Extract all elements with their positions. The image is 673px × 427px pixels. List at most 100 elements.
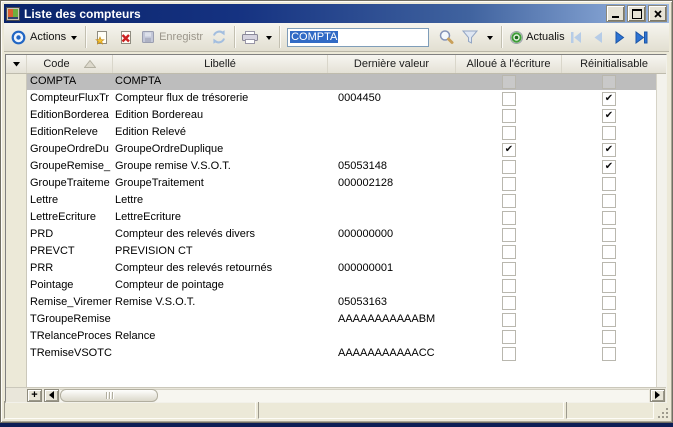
nav-first-button[interactable] <box>565 26 587 48</box>
status-bar <box>4 401 669 419</box>
column-header-alloue-ecriture-label: Alloué à l'écriture <box>466 58 551 70</box>
search-input[interactable]: COMPTA <box>287 27 430 47</box>
checkbox-reinitialisable[interactable] <box>602 176 616 191</box>
checkbox-reinitialisable[interactable] <box>602 329 616 344</box>
maximize-button[interactable] <box>627 5 646 22</box>
checkbox-alloue-ecriture[interactable] <box>502 261 516 276</box>
cell-reinitialisable <box>562 175 656 192</box>
checkbox-alloue-ecriture[interactable] <box>502 312 516 327</box>
table-row[interactable]: CompteurFluxTr Compteur flux de trésoreri… <box>27 90 656 107</box>
checkbox-reinitialisable[interactable]: ✔ <box>602 142 616 157</box>
checkbox-reinitialisable[interactable]: ✔ <box>602 108 616 123</box>
checkbox-alloue-ecriture[interactable] <box>502 125 516 140</box>
header-gutter-cell[interactable] <box>6 55 27 73</box>
checkbox-alloue-ecriture[interactable] <box>502 193 516 208</box>
column-header-reinitialisable[interactable]: Réinitialisable <box>562 55 666 73</box>
cell-reinitialisable <box>562 311 656 328</box>
table-row[interactable]: COMPTA COMPTA <box>27 73 656 90</box>
checkbox-alloue-ecriture[interactable] <box>502 74 516 89</box>
checkbox-reinitialisable[interactable]: ✔ <box>602 91 616 106</box>
checkbox-reinitialisable[interactable] <box>602 227 616 242</box>
table-row[interactable]: EditionBorderea Edition Bordereau ✔ <box>27 107 656 124</box>
table-row[interactable]: PRD Compteur des relevés divers 000000000 <box>27 226 656 243</box>
checkbox-reinitialisable[interactable]: ✔ <box>602 159 616 174</box>
horizontal-scrollbar-track[interactable] <box>60 388 649 402</box>
close-button[interactable] <box>648 5 667 22</box>
table-row[interactable]: TGroupeRemise AAAAAAAAAAABM <box>27 311 656 328</box>
checkbox-alloue-ecriture[interactable] <box>502 108 516 123</box>
column-header-libelle[interactable]: Libellé <box>113 55 328 73</box>
table-row[interactable]: TRelanceProces Relance <box>27 328 656 345</box>
checkbox-reinitialisable[interactable] <box>602 278 616 293</box>
table-row[interactable]: EditionReleve Edition Relevé <box>27 124 656 141</box>
checkbox-reinitialisable[interactable] <box>602 74 616 89</box>
column-header-alloue-ecriture[interactable]: Alloué à l'écriture <box>456 55 562 73</box>
table-row[interactable]: Lettre Lettre <box>27 192 656 209</box>
cell-libelle: LettreEcriture <box>115 211 182 223</box>
checkbox-reinitialisable[interactable] <box>602 295 616 310</box>
checkbox-reinitialisable[interactable] <box>602 346 616 361</box>
delete-button[interactable] <box>113 25 137 49</box>
checkbox-reinitialisable[interactable] <box>602 125 616 140</box>
refresh-list-button[interactable]: Actualis <box>505 25 565 49</box>
column-header-derniere-valeur[interactable]: Dernière valeur <box>328 55 456 73</box>
new-button[interactable] <box>89 25 113 49</box>
table-row[interactable]: LettreEcriture LettreEcriture <box>27 209 656 226</box>
checkbox-alloue-ecriture[interactable] <box>502 91 516 106</box>
table-row[interactable]: Remise_Viremer Remise V.S.O.T. 05053163 <box>27 294 656 311</box>
table-row[interactable]: GroupeOrdreDu GroupeOrdreDuplique ✔ ✔ <box>27 141 656 158</box>
checkbox-alloue-ecriture[interactable]: ✔ <box>502 142 516 157</box>
table-row[interactable]: PRR Compteur des relevés retournés 0000000… <box>27 260 656 277</box>
cell-derniere-valeur <box>328 328 456 345</box>
minimize-button[interactable] <box>606 5 625 22</box>
resize-grip[interactable] <box>656 401 669 419</box>
column-header-code[interactable]: Code <box>27 55 113 73</box>
nav-previous-button[interactable] <box>587 26 609 48</box>
checkbox-alloue-ecriture[interactable] <box>502 176 516 191</box>
filter-button[interactable] <box>458 25 482 49</box>
printer-icon <box>242 30 259 44</box>
checkbox-alloue-ecriture[interactable] <box>502 346 516 361</box>
scroll-left-button[interactable] <box>44 388 59 402</box>
checkbox-alloue-ecriture[interactable] <box>502 244 516 259</box>
checkbox-reinitialisable[interactable] <box>602 193 616 208</box>
checkbox-reinitialisable[interactable] <box>602 244 616 259</box>
checkbox-reinitialisable[interactable] <box>602 312 616 327</box>
table-row[interactable]: GroupeRemise_ Groupe remise V.S.O.T. 05053… <box>27 158 656 175</box>
horizontal-scrollbar-thumb[interactable] <box>60 388 158 402</box>
cell-alloue-ecriture <box>456 260 562 277</box>
column-header-derniere-valeur-label: Dernière valeur <box>353 58 430 70</box>
add-record-button[interactable]: + <box>27 388 42 402</box>
checkbox-alloue-ecriture[interactable] <box>502 295 516 310</box>
filter-caret-icon <box>487 36 494 40</box>
checkbox-reinitialisable[interactable] <box>602 261 616 276</box>
table-row[interactable]: GroupeTraiteme GroupeTraitement 000002128 <box>27 175 656 192</box>
cell-reinitialisable <box>562 124 656 141</box>
nav-next-button[interactable] <box>609 26 631 48</box>
actions-button[interactable]: Actions <box>7 25 82 49</box>
refresh-button[interactable] <box>207 25 231 49</box>
cell-libelle: GroupeOrdreDuplique <box>115 143 224 155</box>
table-row[interactable]: Pointage Compteur de pointage <box>27 277 656 294</box>
checkbox-alloue-ecriture[interactable] <box>502 329 516 344</box>
cell-derniere-valeur: AAAAAAAAAAABM <box>338 313 436 325</box>
checkbox-alloue-ecriture[interactable] <box>502 210 516 225</box>
table-row[interactable]: TRemiseVSOTC AAAAAAAAAAACC <box>27 345 656 362</box>
checkbox-alloue-ecriture[interactable] <box>502 227 516 242</box>
scroll-right-button[interactable] <box>650 388 665 402</box>
cell-code: Lettre <box>30 194 59 206</box>
table-row[interactable]: PREVCT PREVISION CT <box>27 243 656 260</box>
nav-last-button[interactable] <box>631 26 653 48</box>
filter-options-button[interactable] <box>482 25 498 49</box>
checkbox-reinitialisable[interactable] <box>602 210 616 225</box>
search-button[interactable] <box>434 25 458 49</box>
checkbox-alloue-ecriture[interactable] <box>502 159 516 174</box>
cell-libelle: Lettre <box>115 194 144 206</box>
save-button[interactable]: Enregistr <box>137 25 207 49</box>
vertical-scrollbar-track[interactable] <box>656 73 666 388</box>
print-options-button[interactable] <box>262 25 276 49</box>
print-button[interactable] <box>238 25 262 49</box>
gutter-dropdown-icon <box>12 61 20 66</box>
cell-alloue-ecriture <box>456 277 562 294</box>
checkbox-alloue-ecriture[interactable] <box>502 278 516 293</box>
